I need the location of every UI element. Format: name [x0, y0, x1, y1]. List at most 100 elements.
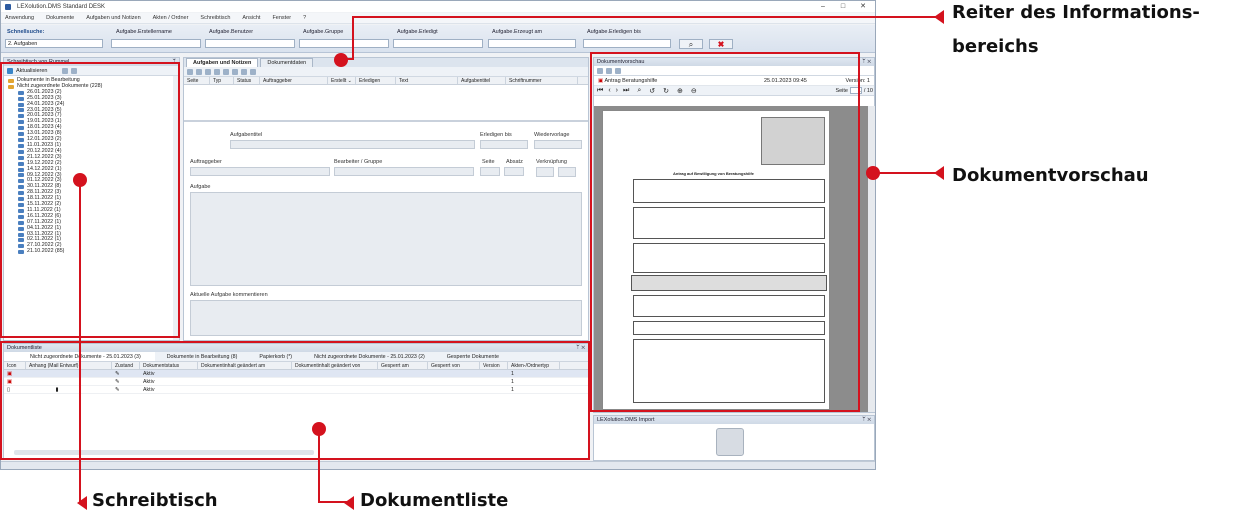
annotation-tabs: Reiter des Informations-	[952, 2, 1200, 23]
highlight-doclist	[0, 341, 590, 460]
import-pane: LEXolution.DMS Import ᛘ ✕	[593, 415, 875, 461]
col-auftraggeber[interactable]: Auftraggeber	[260, 77, 328, 84]
filter-erzeugt-field[interactable]	[488, 39, 576, 48]
app-title: LEXolution.DMS Standard DESK	[17, 3, 106, 10]
filter-label-erledigen-bis: Aufgabe.Erledigen bis	[587, 29, 641, 35]
unlink-icon[interactable]	[558, 167, 576, 177]
menu-schreibtisch[interactable]: Schreibtisch	[200, 15, 230, 21]
filter-ersteller-field[interactable]	[111, 39, 201, 48]
menu-fenster[interactable]: Fenster	[272, 15, 291, 21]
annotation-tabs-2: bereichs	[952, 36, 1039, 57]
new-task-icon[interactable]	[187, 68, 193, 75]
marker-line	[352, 16, 354, 60]
input-auftraggeber[interactable]	[190, 167, 330, 176]
marker-line	[352, 16, 940, 18]
label-bearbeiter: Bearbeiter / Gruppe	[334, 159, 383, 165]
marker-line	[873, 172, 937, 174]
textarea-kommentar[interactable]	[190, 300, 582, 336]
input-bearbeiter[interactable]	[334, 167, 474, 176]
forward-icon[interactable]	[223, 68, 229, 75]
quick-search-select[interactable]: 2. Aufgaben	[5, 39, 103, 48]
menu-help[interactable]: ?	[303, 15, 306, 21]
menu-aufgaben[interactable]: Aufgaben und Notizen	[86, 15, 140, 21]
marker-arrow	[934, 10, 944, 24]
import-title: LEXolution.DMS Import	[597, 417, 655, 423]
filter-erledigen-bis-field[interactable]	[583, 39, 671, 48]
label-absatz: Absatz	[506, 159, 523, 165]
input-aufgabentitel[interactable]	[230, 140, 475, 149]
quick-search-bar: Schnellsuche: 2. Aufgaben Aufgabe.Erstel…	[1, 25, 875, 53]
marker-line	[318, 429, 320, 502]
input-seite[interactable]	[480, 167, 500, 176]
menu-ansicht[interactable]: Ansicht	[242, 15, 260, 21]
textarea-aufgabe[interactable]	[190, 192, 582, 286]
input-absatz[interactable]	[504, 167, 524, 176]
filter-benutzer-field[interactable]	[205, 39, 295, 48]
marker-arrow	[344, 496, 354, 510]
label-wiedervorlage: Wiedervorlage	[534, 132, 570, 138]
marker-arrow	[934, 166, 944, 180]
annotation-preview: Dokumentvorschau	[952, 165, 1149, 186]
info-tabs: Aufgaben und Notizen Dokumentdaten	[184, 58, 588, 67]
label-seite: Seite	[482, 159, 495, 165]
col-erledigen[interactable]: Erledigen	[356, 77, 396, 84]
maximize-button[interactable]: □	[833, 1, 853, 12]
save-icon[interactable]	[241, 68, 247, 75]
splitter[interactable]	[184, 120, 588, 122]
pin-icon[interactable]: ᛘ ✕	[862, 416, 871, 424]
clear-x-icon[interactable]: ✖	[709, 39, 733, 49]
col-text[interactable]: Text	[396, 77, 458, 84]
filter-label-erzeugt: Aufgabe.Erzeugt am	[492, 29, 543, 35]
menu-akten[interactable]: Akten / Ordner	[153, 15, 189, 21]
col-aufgabentitel[interactable]: Aufgabentitel	[458, 77, 506, 84]
page-total: / 10	[863, 87, 873, 94]
col-seite[interactable]: Seite	[184, 77, 210, 84]
label-verknuepfung: Verknüpfung	[536, 159, 567, 165]
preview-scrollbar[interactable]	[868, 106, 875, 412]
import-header: LEXolution.DMS Import ᛘ ✕	[594, 416, 874, 424]
marker-arrow	[77, 496, 87, 510]
input-erledigen-bis[interactable]	[480, 140, 528, 149]
filter-label-ersteller: Aufgabe.Erstellername	[116, 29, 172, 35]
import-dropzone-icon[interactable]	[716, 428, 744, 456]
delete-icon[interactable]	[250, 68, 256, 75]
filter-erledigt-field[interactable]	[393, 39, 483, 48]
annotation-desk: Schreibtisch	[92, 490, 218, 511]
col-typ[interactable]: Typ	[210, 77, 234, 84]
title-bar: LEXolution.DMS Standard DESK – □ ✕	[1, 1, 875, 12]
highlight-preview	[590, 52, 860, 412]
label-aufgabentitel: Aufgabentitel	[230, 132, 263, 138]
filter-label-benutzer: Aufgabe.Benutzer	[209, 29, 254, 35]
app-logo-icon	[5, 3, 11, 10]
label-aufgabe: Aufgabe	[190, 184, 211, 190]
filter-label-gruppe: Aufgabe.Gruppe	[303, 29, 344, 35]
new-note-icon[interactable]	[196, 68, 202, 75]
input-wiedervorlage[interactable]	[534, 140, 582, 149]
marker-dot-tabs	[334, 53, 348, 67]
menu-anwendung[interactable]: Anwendung	[5, 15, 34, 21]
edit-icon[interactable]	[205, 68, 211, 75]
close-button[interactable]: ✕	[853, 1, 873, 12]
link-icon[interactable]	[536, 167, 554, 177]
tab-tasks[interactable]: Aufgaben und Notizen	[186, 58, 259, 67]
filter-gruppe-field[interactable]	[299, 39, 389, 48]
quick-search-title: Schnellsuche:	[7, 29, 45, 35]
col-status[interactable]: Status	[234, 77, 260, 84]
tab-docdata[interactable]: Dokumentdaten	[260, 58, 314, 67]
label-auftraggeber: Auftraggeber	[190, 159, 222, 165]
binoculars-icon[interactable]: ⌕	[679, 39, 703, 49]
info-pane: Aufgaben und Notizen Dokumentdaten Seite…	[183, 57, 589, 341]
status-bar	[1, 461, 875, 469]
col-erstellt[interactable]: Erstellt ⌄	[328, 77, 356, 84]
label-erledigen-bis: Erledigen bis	[480, 132, 512, 138]
menu-dokumente[interactable]: Dokumente	[46, 15, 74, 21]
info-toolbar	[184, 67, 588, 77]
col-schriftnummer[interactable]: Schriftnummer	[506, 77, 578, 84]
filter-label-erledigt: Aufgabe.Erledigt	[397, 29, 438, 35]
menu-bar: Anwendung Dokumente Aufgaben und Notizen…	[1, 13, 875, 24]
minimize-button[interactable]: –	[813, 1, 833, 12]
done-icon[interactable]	[232, 68, 238, 75]
annotation-doclist: Dokumentliste	[360, 490, 509, 511]
copy-icon[interactable]	[214, 68, 220, 75]
pin-icon[interactable]: ᛘ ✕	[862, 58, 871, 66]
